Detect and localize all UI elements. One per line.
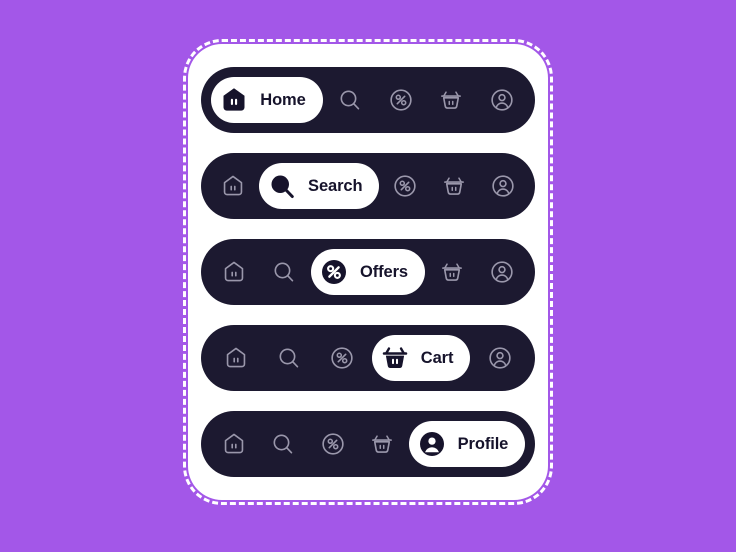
nav-item-label: Search xyxy=(308,176,363,195)
offers-icon xyxy=(392,173,418,199)
bottom-nav-bar: Offers xyxy=(201,239,535,305)
offers-icon xyxy=(329,345,355,371)
nav-item-search[interactable]: Search xyxy=(259,163,380,209)
home-icon xyxy=(223,345,249,371)
nav-item-offers[interactable] xyxy=(310,421,356,467)
nav-item-home[interactable] xyxy=(213,335,259,381)
bottom-nav-bar: Profile xyxy=(201,411,535,477)
offers-icon xyxy=(388,87,414,113)
nav-item-profile[interactable] xyxy=(479,249,525,295)
search-icon xyxy=(270,431,296,457)
cart-icon xyxy=(438,87,464,113)
nav-item-home[interactable] xyxy=(210,163,256,209)
search-icon xyxy=(265,169,299,203)
nav-item-label: Offers xyxy=(360,262,408,281)
search-icon xyxy=(271,259,297,285)
nav-item-label: Cart xyxy=(420,348,454,367)
nav-item-cart[interactable] xyxy=(428,77,474,123)
nav-item-cart[interactable] xyxy=(431,163,477,209)
nav-item-label: Home xyxy=(260,90,306,109)
nav-item-cart[interactable] xyxy=(359,421,405,467)
bottom-nav-bar: Cart xyxy=(201,325,535,391)
nav-item-search[interactable] xyxy=(327,77,373,123)
search-icon xyxy=(276,345,302,371)
cart-icon xyxy=(378,341,412,375)
nav-item-cart[interactable] xyxy=(429,249,475,295)
profile-icon xyxy=(489,259,515,285)
nav-item-search[interactable] xyxy=(260,421,306,467)
nav-item-cart[interactable]: Cart xyxy=(371,335,471,381)
nav-item-home[interactable] xyxy=(211,249,257,295)
nav-item-search[interactable] xyxy=(261,249,307,295)
profile-icon xyxy=(490,173,516,199)
nav-item-profile[interactable]: Profile xyxy=(408,421,526,467)
nav-item-profile[interactable] xyxy=(479,77,525,123)
profile-icon xyxy=(487,345,513,371)
nav-item-offers[interactable] xyxy=(319,335,365,381)
nav-item-home[interactable] xyxy=(211,421,257,467)
screen: Home Search Offers Cart Profile xyxy=(0,0,736,552)
cart-icon xyxy=(439,259,465,285)
offers-icon xyxy=(317,255,351,289)
home-icon xyxy=(220,173,246,199)
cart-icon xyxy=(441,173,467,199)
nav-item-home[interactable]: Home xyxy=(211,77,323,123)
home-icon xyxy=(221,431,247,457)
nav-item-profile[interactable] xyxy=(477,335,523,381)
nav-item-profile[interactable] xyxy=(480,163,526,209)
nav-item-label: Profile xyxy=(457,434,509,453)
cart-icon xyxy=(369,431,395,457)
search-icon xyxy=(337,87,363,113)
nav-item-search[interactable] xyxy=(266,335,312,381)
nav-item-offers[interactable] xyxy=(378,77,424,123)
nav-item-offers[interactable]: Offers xyxy=(311,249,425,295)
offers-icon xyxy=(320,431,346,457)
nav-showcase-card: Home Search Offers Cart Profile xyxy=(188,44,548,500)
nav-item-offers[interactable] xyxy=(382,163,428,209)
profile-icon xyxy=(489,87,515,113)
bottom-nav-bar: Home xyxy=(201,67,535,133)
home-icon xyxy=(221,259,247,285)
bottom-nav-bar: Search xyxy=(201,153,535,219)
home-icon xyxy=(217,83,251,117)
profile-icon xyxy=(415,427,449,461)
